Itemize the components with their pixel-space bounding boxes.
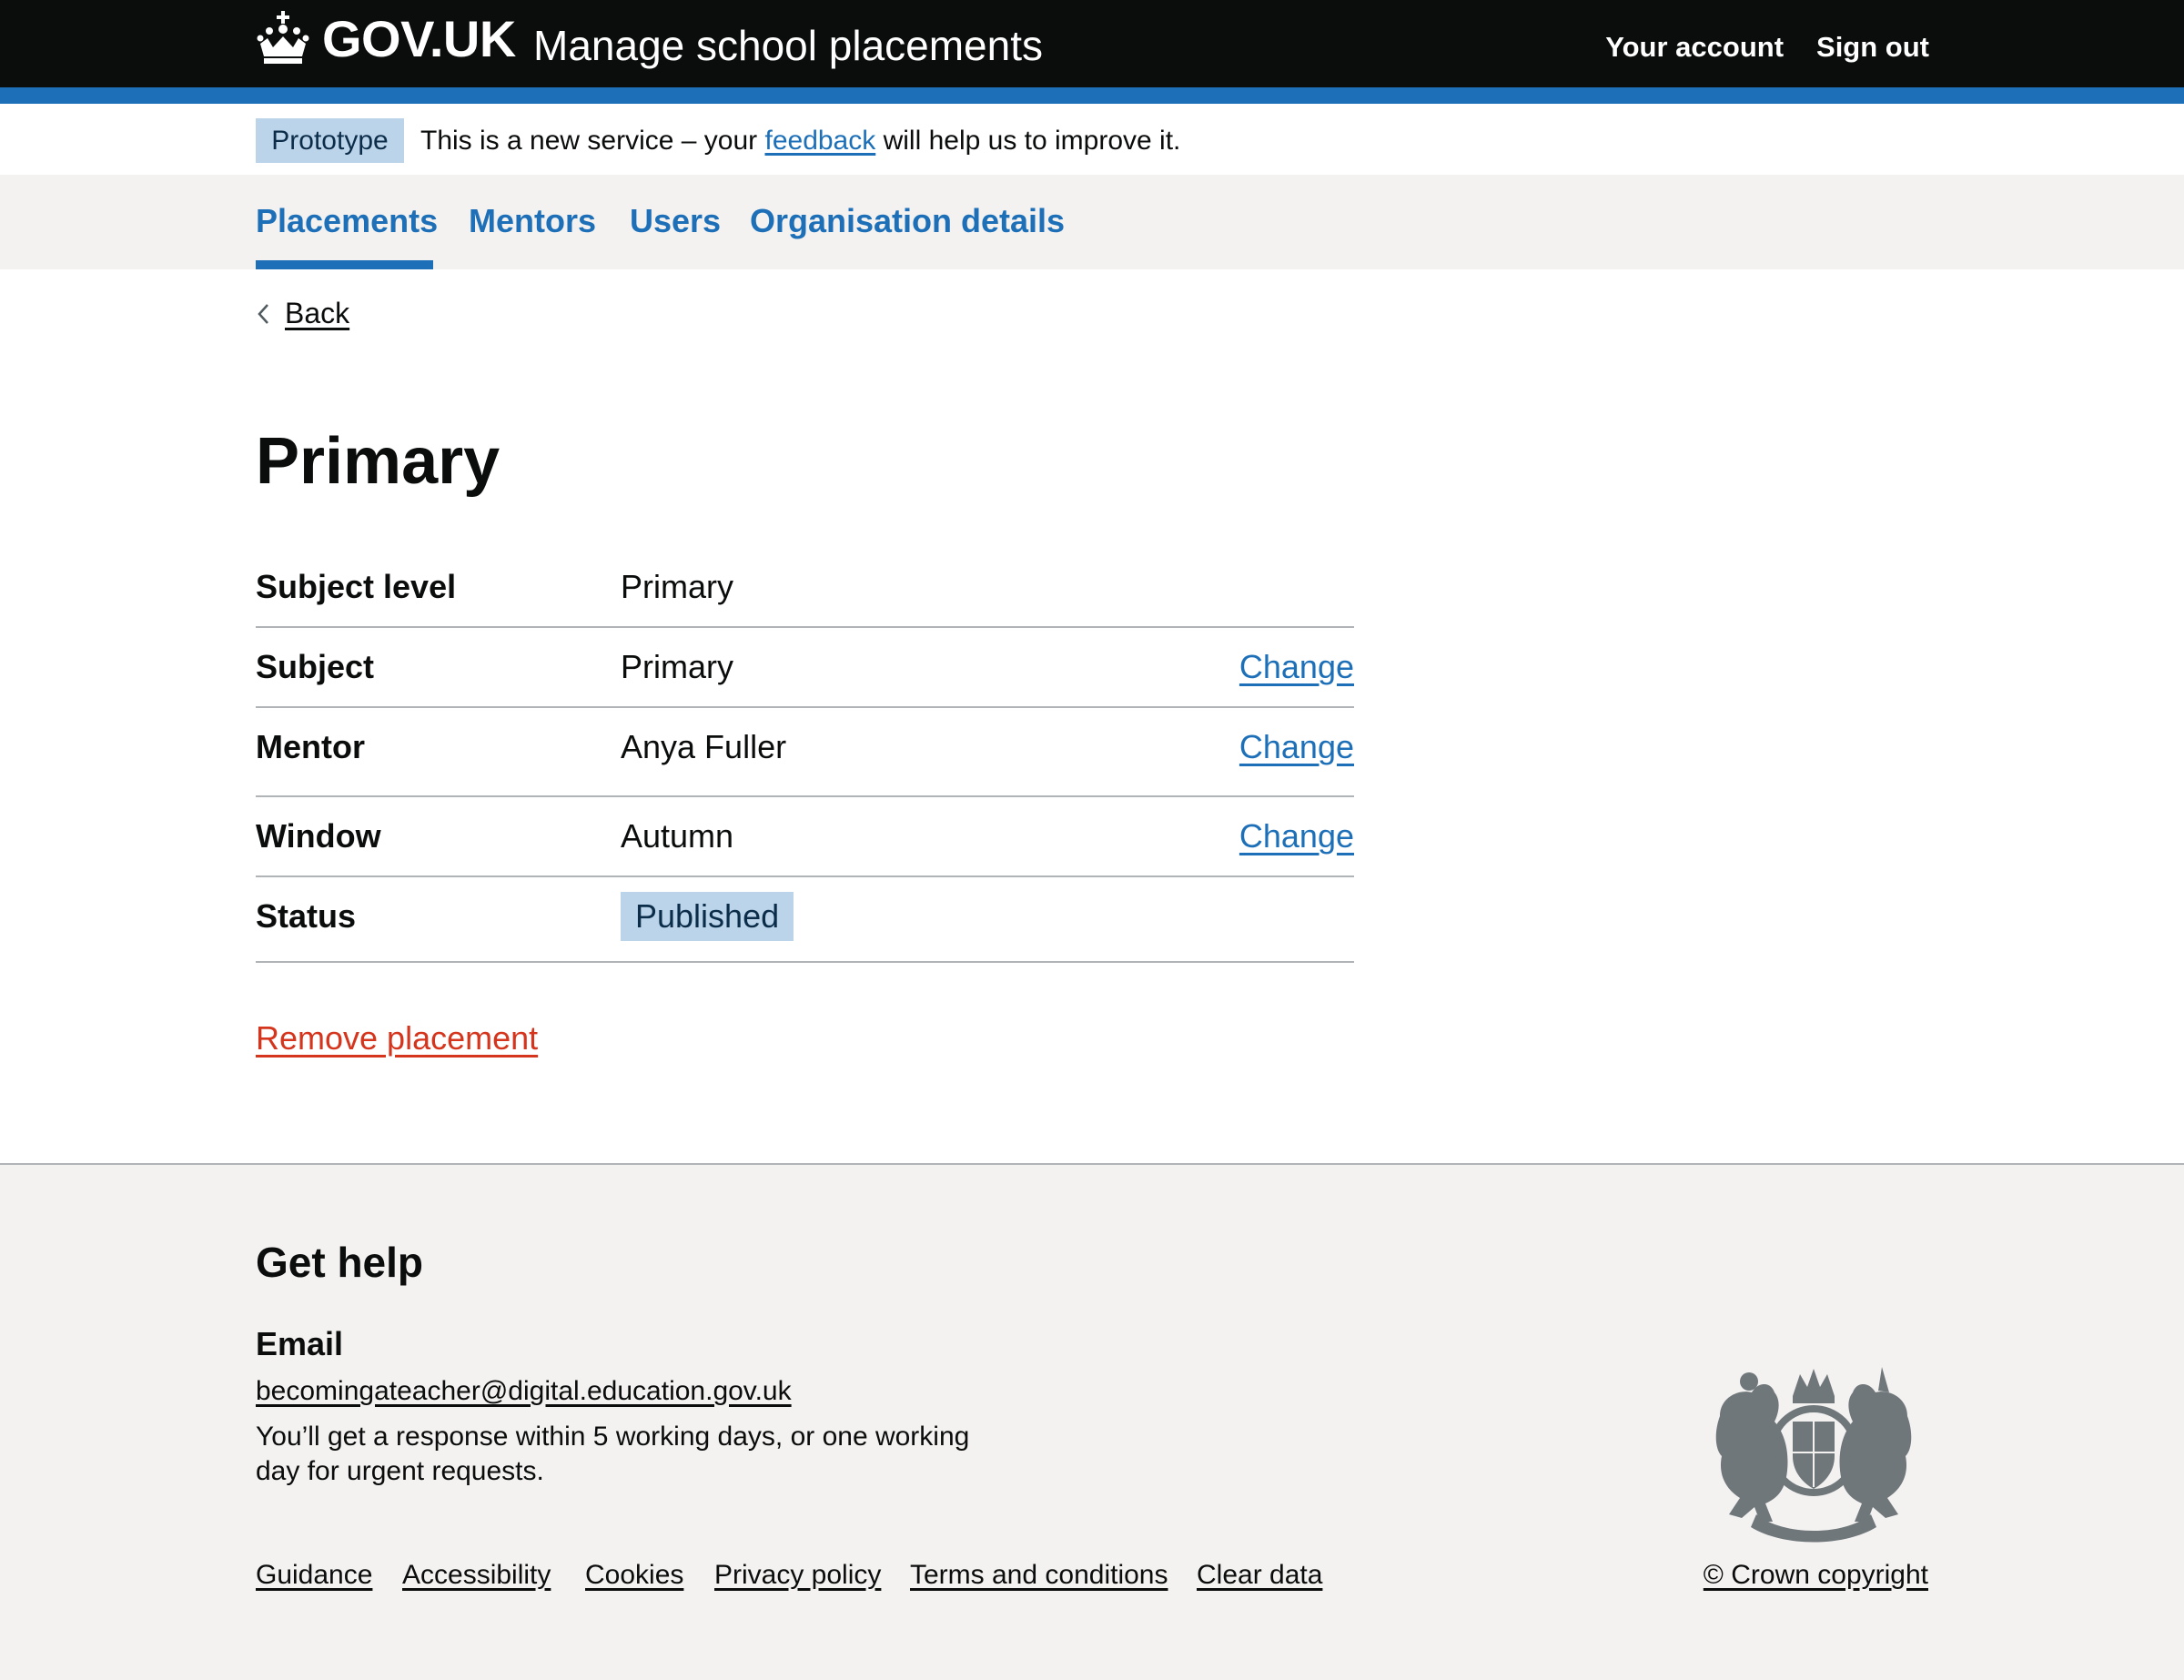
email-label: Email: [256, 1325, 344, 1362]
status-badge: Published: [621, 892, 794, 941]
summary-value: Primary: [621, 648, 733, 685]
footer-link-terms-and-conditions[interactable]: Terms and conditions: [910, 1560, 1168, 1591]
active-nav-indicator: [256, 260, 433, 269]
govuk-logo-link[interactable]: GOV.UK: [255, 9, 516, 67]
phase-banner-text: This is a new service – your feedback wi…: [420, 124, 1180, 158]
summary-value: Anya Fuller: [621, 728, 787, 765]
footer-link-cookies[interactable]: Cookies: [585, 1560, 683, 1591]
chevron-left-icon: [258, 303, 268, 324]
your-account-link[interactable]: Your account: [1605, 31, 1784, 64]
change-window-link[interactable]: Change: [1239, 817, 1354, 855]
site-footer: Get help Email becomingateacher@digital.…: [0, 1163, 2184, 1680]
support-email-link[interactable]: becomingateacher@digital.education.gov.u…: [256, 1376, 792, 1407]
site-header: GOV.UK Manage school placements Your acc…: [0, 0, 2184, 87]
footer-link-accessibility[interactable]: Accessibility: [402, 1560, 551, 1591]
phase-text-before: This is a new service – your: [420, 126, 765, 156]
summary-key: Subject level: [256, 568, 457, 605]
summary-key: Subject: [256, 648, 375, 685]
remove-placement-link[interactable]: Remove placement: [256, 1019, 538, 1058]
summary-value: Published: [621, 892, 794, 941]
placement-summary-list: Subject level Primary Subject Primary Ch…: [256, 546, 1354, 963]
change-subject-link[interactable]: Change: [1239, 648, 1354, 686]
change-mentor-link[interactable]: Change: [1239, 728, 1354, 766]
summary-row-subject-level: Subject level Primary: [256, 546, 1354, 628]
crown-copyright-link[interactable]: © Crown copyright: [1704, 1560, 1928, 1591]
primary-navigation: Placements Mentors Users Organisation de…: [0, 175, 2184, 269]
phase-text-after: will help us to improve it.: [875, 126, 1181, 156]
summary-key: Mentor: [256, 728, 365, 765]
feedback-link[interactable]: feedback: [764, 126, 875, 156]
service-name[interactable]: Manage school placements: [533, 20, 1043, 71]
nav-item-organisation-details[interactable]: Organisation details: [750, 202, 1065, 240]
summary-row-window: Window Autumn Change: [256, 797, 1354, 877]
phase-banner: Prototype This is a new service – your f…: [0, 104, 2184, 175]
summary-key: Window: [256, 817, 381, 855]
footer-link-guidance[interactable]: Guidance: [256, 1560, 372, 1591]
response-time-text: You’ll get a response within 5 working d…: [256, 1422, 970, 1486]
header-navigation: Your account Sign out: [1605, 31, 1929, 64]
get-help-heading: Get help: [256, 1239, 424, 1286]
footer-link-clear-data[interactable]: Clear data: [1197, 1560, 1322, 1591]
back-link-container: Back: [256, 297, 349, 330]
nav-item-mentors[interactable]: Mentors: [469, 202, 596, 240]
back-link[interactable]: Back: [285, 297, 349, 330]
logo-text: GOV.UK: [322, 9, 516, 67]
sign-out-link[interactable]: Sign out: [1816, 31, 1929, 64]
summary-row-subject: Subject Primary Change: [256, 628, 1354, 708]
page-title: Primary: [256, 425, 500, 498]
royal-coat-of-arms-icon: [1715, 1367, 1912, 1543]
summary-value: Autumn: [621, 817, 734, 855]
crown-icon: [257, 11, 309, 64]
nav-item-placements[interactable]: Placements: [256, 202, 438, 240]
summary-row-mentor: Mentor Anya Fuller Change: [256, 708, 1354, 797]
summary-value: Primary: [621, 568, 733, 605]
summary-row-status: Status Published: [256, 877, 1354, 963]
summary-key: Status: [256, 897, 357, 935]
prototype-tag: Prototype: [256, 118, 404, 163]
header-blue-bar: [0, 87, 2184, 104]
nav-item-users[interactable]: Users: [630, 202, 721, 240]
footer-link-privacy-policy[interactable]: Privacy policy: [714, 1560, 881, 1591]
